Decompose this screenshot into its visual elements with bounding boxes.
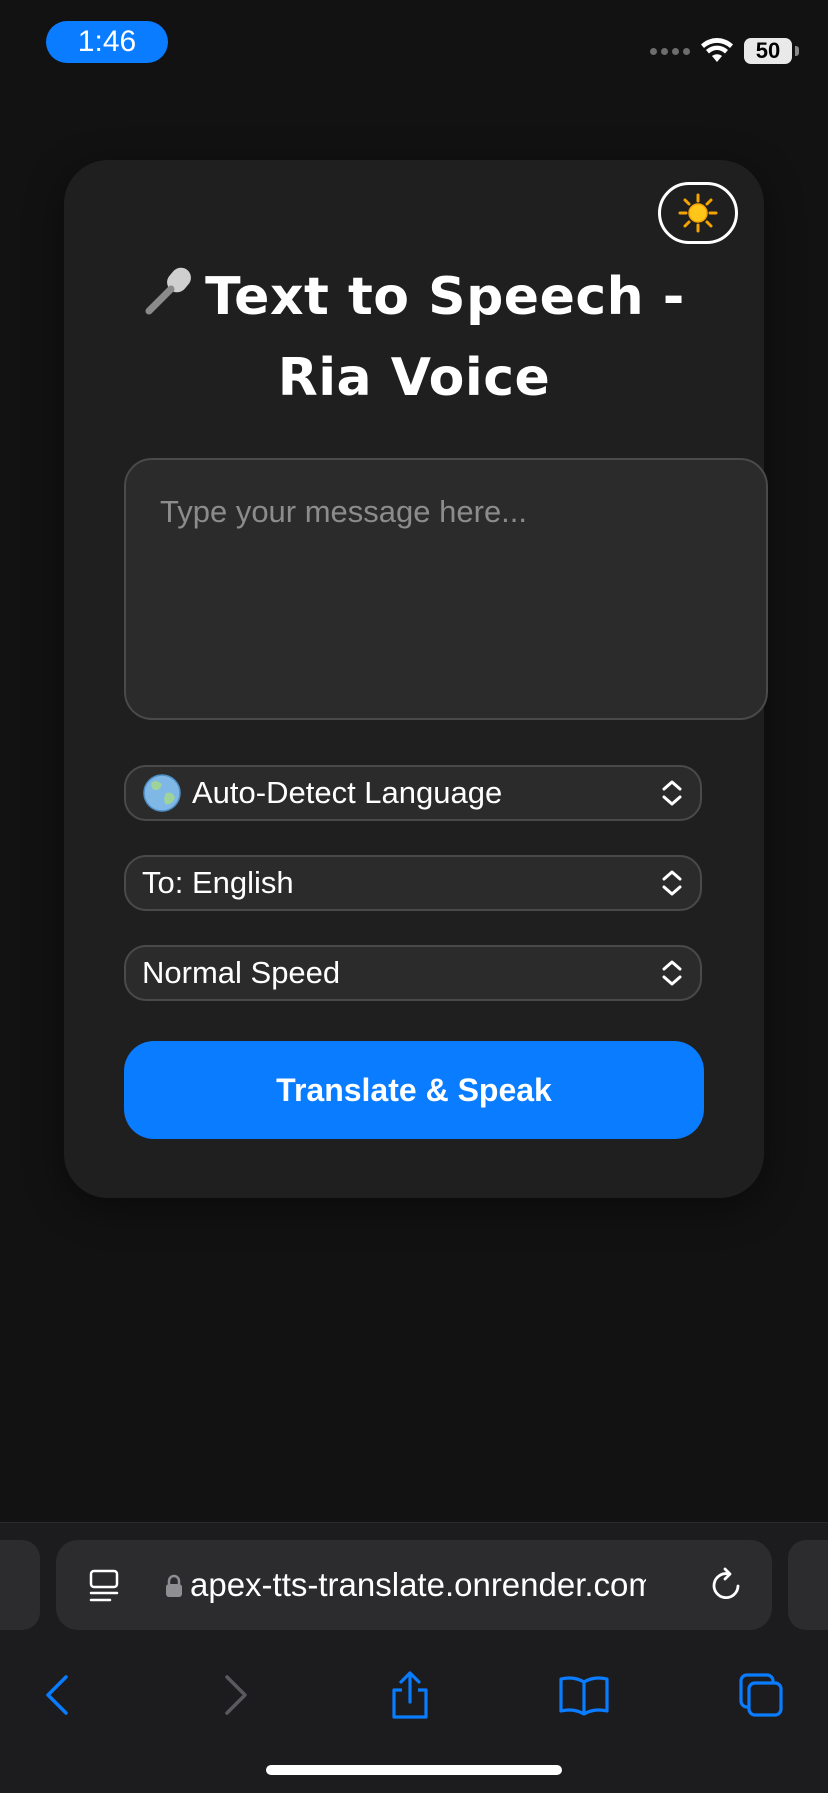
status-icons: 50 — [650, 34, 799, 68]
title-text: Text to Speech - Ria Voice — [205, 267, 685, 408]
theme-toggle-button[interactable] — [658, 182, 738, 244]
source-language-select[interactable]: Auto-Detect Language — [124, 765, 702, 821]
source-language-label: Auto-Detect Language — [192, 775, 503, 810]
message-input[interactable] — [124, 458, 768, 720]
back-icon — [46, 1675, 68, 1715]
chevron-up-down-icon — [662, 960, 682, 986]
status-time: 1:46 — [46, 21, 168, 63]
target-language-select[interactable]: To: English — [124, 855, 702, 911]
globe-icon — [142, 773, 182, 813]
address-bar[interactable]: apex-tts-translate.onrender.com — [56, 1540, 772, 1630]
bookmarks-button[interactable] — [554, 1665, 614, 1725]
signal-dots-icon — [650, 47, 690, 55]
speed-label: Normal Speed — [142, 955, 341, 990]
previous-tab-preview[interactable] — [0, 1540, 40, 1630]
target-language-label: To: English — [142, 865, 294, 900]
next-tab-preview[interactable] — [788, 1540, 828, 1630]
battery-icon: 50 — [744, 38, 799, 64]
chevron-up-down-icon — [662, 870, 682, 896]
microphone-icon — [143, 261, 195, 339]
chevron-up-down-icon — [662, 780, 682, 806]
speed-select[interactable]: Normal Speed — [124, 945, 702, 1001]
page-menu-icon[interactable] — [88, 1568, 120, 1604]
tts-card: Text to Speech - Ria Voice Auto-Detect L… — [64, 160, 768, 1198]
browser-toolbar — [0, 1655, 828, 1735]
translate-speak-button[interactable]: Translate & Speak — [124, 1041, 704, 1139]
forward-icon — [225, 1675, 247, 1715]
share-button[interactable] — [380, 1665, 440, 1725]
home-indicator[interactable] — [266, 1765, 562, 1775]
bookmarks-icon — [559, 1676, 609, 1716]
browser-bottom-bar: apex-tts-translate.onrender.com — [0, 1522, 828, 1793]
tabs-icon — [739, 1673, 783, 1717]
sun-icon — [678, 193, 718, 233]
reload-icon[interactable] — [708, 1566, 744, 1604]
wifi-icon — [701, 38, 733, 62]
url-text[interactable]: apex-tts-translate.onrender.com — [190, 1540, 646, 1630]
share-icon — [392, 1671, 428, 1719]
forward-button[interactable] — [206, 1665, 266, 1725]
back-button[interactable] — [27, 1665, 87, 1725]
tabs-button[interactable] — [731, 1665, 791, 1725]
lock-icon — [166, 1574, 182, 1597]
page-title: Text to Speech - Ria Voice — [104, 258, 724, 417]
